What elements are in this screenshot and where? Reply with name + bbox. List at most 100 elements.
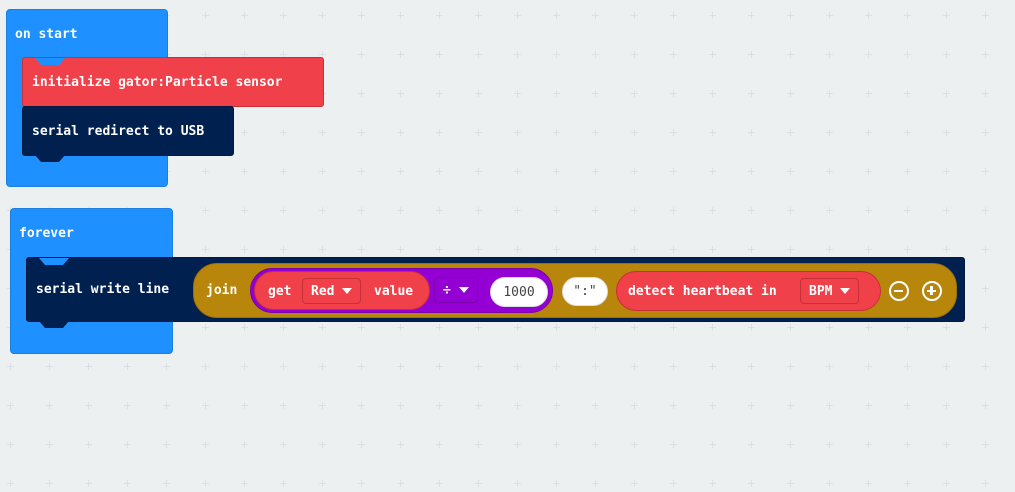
grid-mark: +: [83, 477, 94, 490]
grid-mark: +: [824, 360, 835, 373]
grid-mark: +: [668, 9, 679, 22]
grid-mark: +: [395, 165, 406, 178]
grid-mark: +: [5, 477, 16, 490]
grid-mark: +: [395, 360, 406, 373]
heartbeat-unit-dropdown[interactable]: BPM: [800, 278, 860, 304]
grid-mark: +: [473, 243, 484, 256]
grid-mark: +: [668, 360, 679, 373]
divisor-number-field[interactable]: 1000: [490, 277, 548, 307]
grid-mark: +: [278, 399, 289, 412]
grid-mark: +: [980, 282, 991, 295]
grid-mark: +: [980, 477, 991, 490]
plus-circle-icon[interactable]: [922, 281, 942, 301]
grid-mark: +: [980, 438, 991, 451]
grid-mark: +: [629, 321, 640, 334]
grid-mark: +: [824, 477, 835, 490]
grid-mark: +: [746, 438, 757, 451]
grid-mark: +: [512, 438, 523, 451]
grid-mark: +: [941, 126, 952, 139]
heartbeat-unit-value: BPM: [809, 283, 833, 299]
forever-label: forever: [19, 226, 74, 241]
grid-mark: +: [941, 243, 952, 256]
grid-mark: +: [239, 243, 250, 256]
separator-text-field[interactable]: ":": [562, 277, 608, 306]
grid-mark: +: [5, 360, 16, 373]
detect-heartbeat-block[interactable]: detect heartbeat in BPM: [616, 271, 881, 311]
grid-mark: +: [707, 165, 718, 178]
grid-mark: +: [824, 438, 835, 451]
grid-mark: +: [473, 477, 484, 490]
grid-mark: +: [629, 9, 640, 22]
grid-mark: +: [707, 9, 718, 22]
grid-mark: +: [785, 165, 796, 178]
grid-mark: +: [512, 87, 523, 100]
grid-mark: +: [746, 243, 757, 256]
grid-mark: +: [980, 48, 991, 61]
grid-mark: +: [161, 477, 172, 490]
grid-mark: +: [746, 9, 757, 22]
block-notch: [35, 155, 65, 162]
grid-mark: +: [473, 165, 484, 178]
grid-mark: +: [356, 477, 367, 490]
divide-block[interactable]: get Red value ÷ 1000: [250, 268, 553, 313]
get-color-value-block[interactable]: get Red value: [254, 271, 430, 310]
grid-mark: +: [941, 321, 952, 334]
grid-mark: +: [395, 438, 406, 451]
serial-redirect-block[interactable]: serial redirect to USB: [22, 106, 234, 162]
grid-mark: +: [161, 399, 172, 412]
grid-mark: +: [434, 204, 445, 217]
grid-mark: +: [83, 438, 94, 451]
grid-mark: +: [473, 87, 484, 100]
grid-mark: +: [629, 87, 640, 100]
grid-mark: +: [980, 9, 991, 22]
color-channel-dropdown[interactable]: Red: [302, 278, 362, 304]
grid-mark: +: [668, 438, 679, 451]
grid-mark: +: [512, 321, 523, 334]
grid-mark: +: [473, 48, 484, 61]
grid-mark: +: [239, 438, 250, 451]
grid-mark: +: [863, 204, 874, 217]
grid-mark: +: [239, 477, 250, 490]
grid-mark: +: [707, 477, 718, 490]
grid-mark: +: [824, 126, 835, 139]
grid-mark: +: [785, 360, 796, 373]
grid-mark: +: [473, 399, 484, 412]
grid-mark: +: [980, 204, 991, 217]
grid-mark: +: [941, 399, 952, 412]
grid-mark: +: [356, 9, 367, 22]
serial-write-line-block[interactable]: serial write line join get Red value ÷ 1…: [26, 257, 965, 328]
join-block[interactable]: join get Red value ÷ 1000 ":" detect hea…: [193, 263, 957, 318]
divisor-value: 1000: [503, 284, 535, 300]
grid-mark: +: [551, 360, 562, 373]
operator-dropdown[interactable]: ÷: [434, 277, 478, 303]
grid-mark: +: [824, 9, 835, 22]
grid-mark: +: [83, 399, 94, 412]
grid-mark: +: [395, 477, 406, 490]
initialize-particle-sensor-block[interactable]: initialize gator:Particle sensor: [22, 57, 324, 113]
grid-mark: +: [512, 48, 523, 61]
grid-mark: +: [590, 399, 601, 412]
grid-mark: +: [902, 477, 913, 490]
grid-mark: +: [239, 9, 250, 22]
grid-mark: +: [551, 87, 562, 100]
grid-mark: +: [473, 126, 484, 139]
grid-mark: +: [590, 204, 601, 217]
value-label: value: [374, 284, 414, 299]
grid-mark: +: [434, 9, 445, 22]
grid-mark: +: [707, 126, 718, 139]
grid-mark: +: [629, 399, 640, 412]
serial-redirect-label: serial redirect to USB: [32, 123, 205, 139]
chevron-down-icon: [342, 288, 353, 294]
grid-mark: +: [590, 321, 601, 334]
minus-circle-icon[interactable]: [889, 281, 909, 301]
grid-mark: +: [512, 9, 523, 22]
grid-mark: +: [746, 204, 757, 217]
grid-mark: +: [863, 48, 874, 61]
detect-heartbeat-label: detect heartbeat in: [628, 284, 777, 299]
get-label: get: [268, 284, 292, 299]
grid-mark: +: [512, 477, 523, 490]
grid-mark: +: [629, 126, 640, 139]
grid-mark: +: [863, 87, 874, 100]
grid-mark: +: [941, 438, 952, 451]
grid-mark: +: [239, 399, 250, 412]
